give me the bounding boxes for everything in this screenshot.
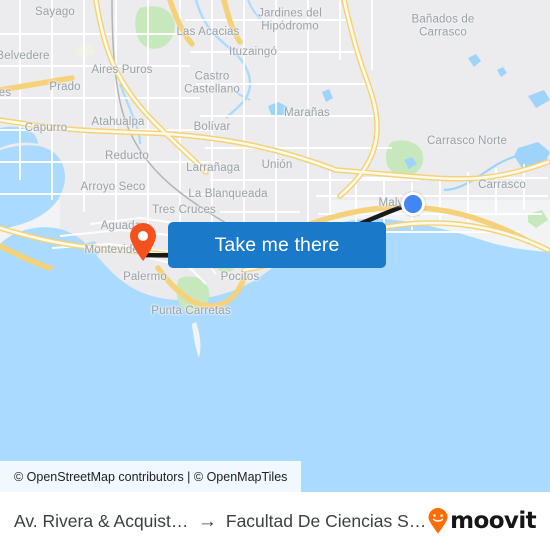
map-canvas[interactable]: Sayago Las Acacias Jardines del Hipódromo B… (0, 0, 550, 492)
moovit-logo[interactable]: moovit (427, 508, 537, 534)
map-pin-icon (130, 223, 156, 261)
take-me-there-label: Take me there (214, 233, 340, 256)
attribution-text: © OpenStreetMap contributors | © OpenMap… (14, 469, 288, 484)
moovit-map-screen: Sayago Las Acacias Jardines del Hipódromo B… (0, 0, 550, 550)
moovit-pin-icon (428, 508, 448, 534)
footer-destination-name: Facultad De Ciencias Soci... (225, 510, 428, 531)
moovit-wordmark: moovit (450, 508, 536, 534)
map-attribution[interactable]: © OpenStreetMap contributors | © OpenMap… (0, 461, 302, 492)
take-me-there-button[interactable]: Take me there (168, 222, 386, 268)
trip-footer: Av. Rivera & Acquistap... → Facultad De … (0, 492, 550, 550)
origin-pin-marker[interactable] (128, 222, 158, 262)
arrow-right-icon: → (197, 510, 217, 532)
destination-dot-marker[interactable] (401, 192, 425, 216)
footer-origin-name: Av. Rivera & Acquistap... (14, 510, 189, 531)
